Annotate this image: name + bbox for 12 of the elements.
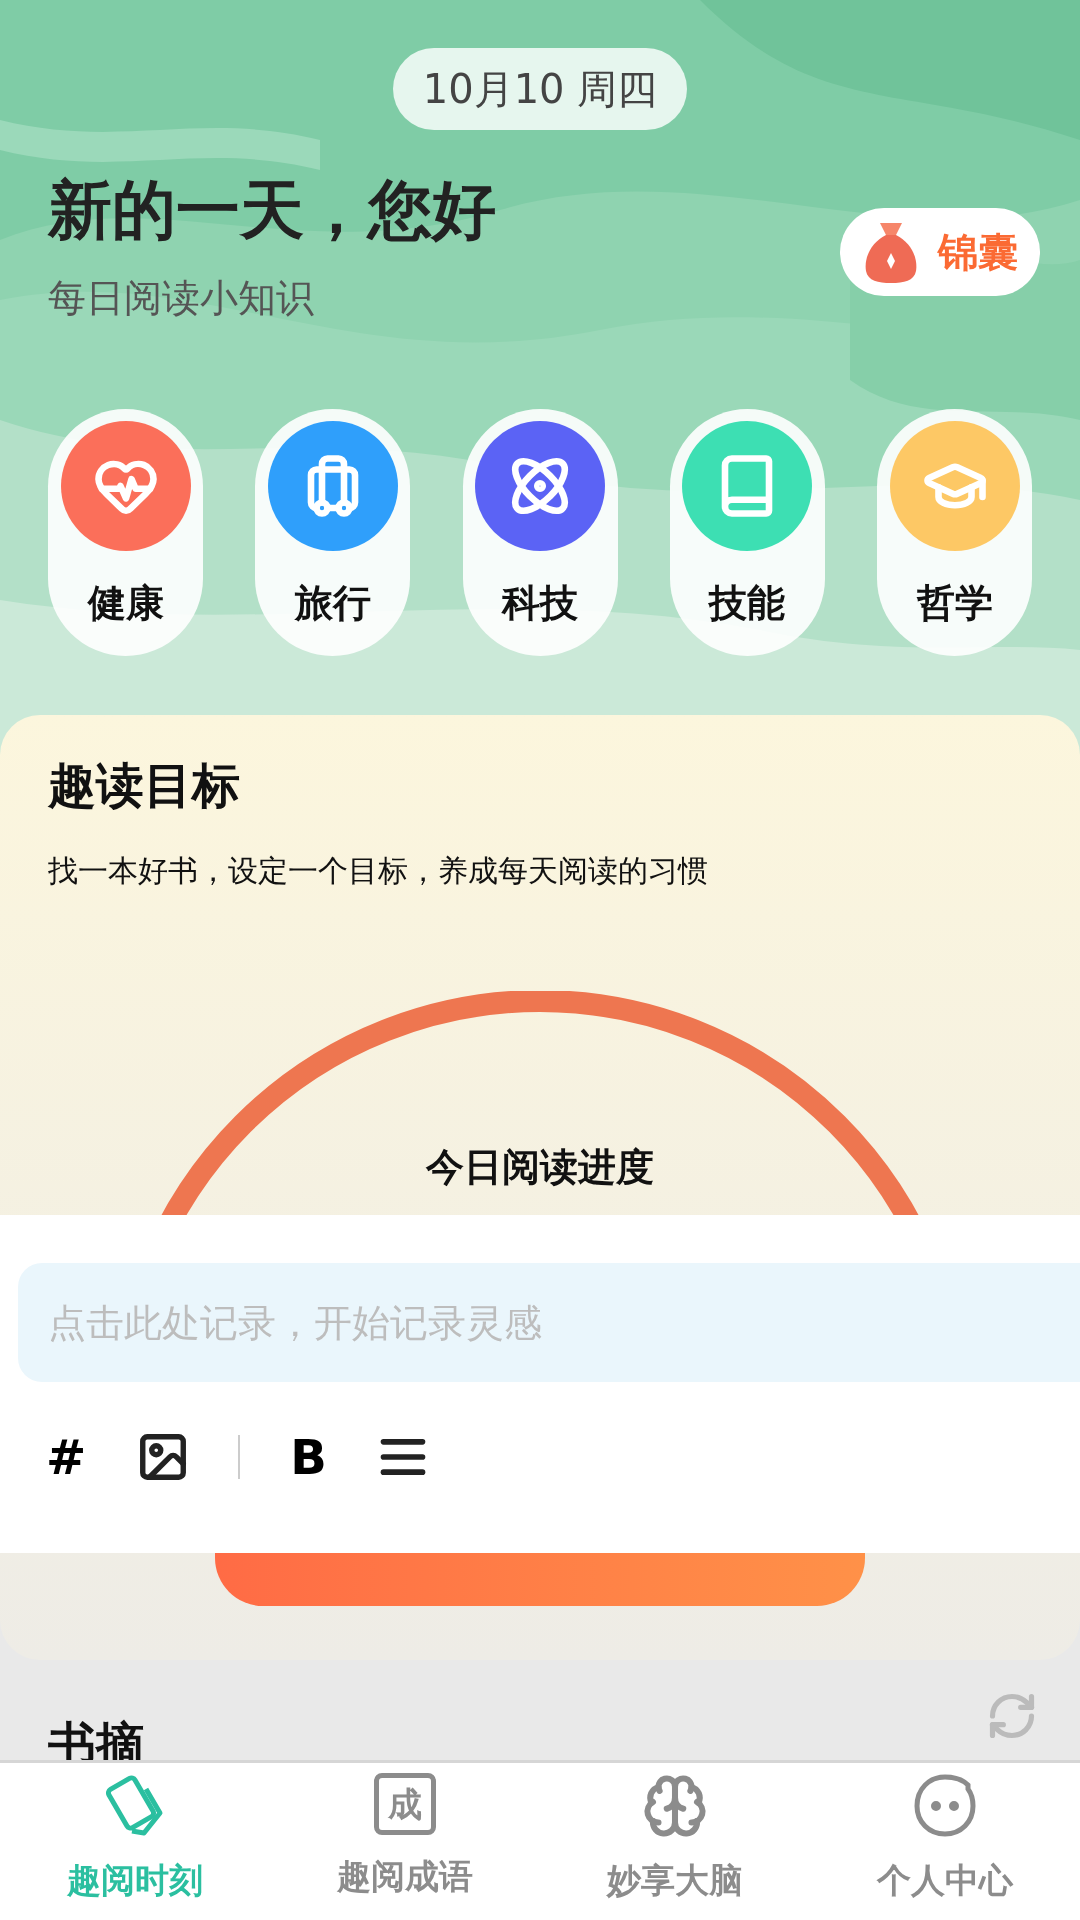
goal-description: 找一本好书，设定一个目标，养成每天阅读的习惯 (47, 852, 709, 890)
brain-icon (642, 1773, 708, 1839)
idiom-icon: 成 (374, 1773, 436, 1835)
greeting-title: 新的一天，您好 (48, 172, 496, 249)
format-button[interactable]: # (44, 1433, 89, 1481)
goal-title: 趣读目标 (47, 756, 241, 815)
format-button[interactable]: B (288, 1433, 329, 1481)
date-pill: 10月10 周四 (392, 48, 688, 130)
greeting-subtitle: 每日阅读小知识 (48, 275, 315, 322)
note-input[interactable]: 点击此处记录，开始记录灵感 (18, 1263, 1080, 1382)
face-icon (912, 1773, 978, 1839)
progress-label: 今日阅读进度 (425, 1144, 655, 1191)
